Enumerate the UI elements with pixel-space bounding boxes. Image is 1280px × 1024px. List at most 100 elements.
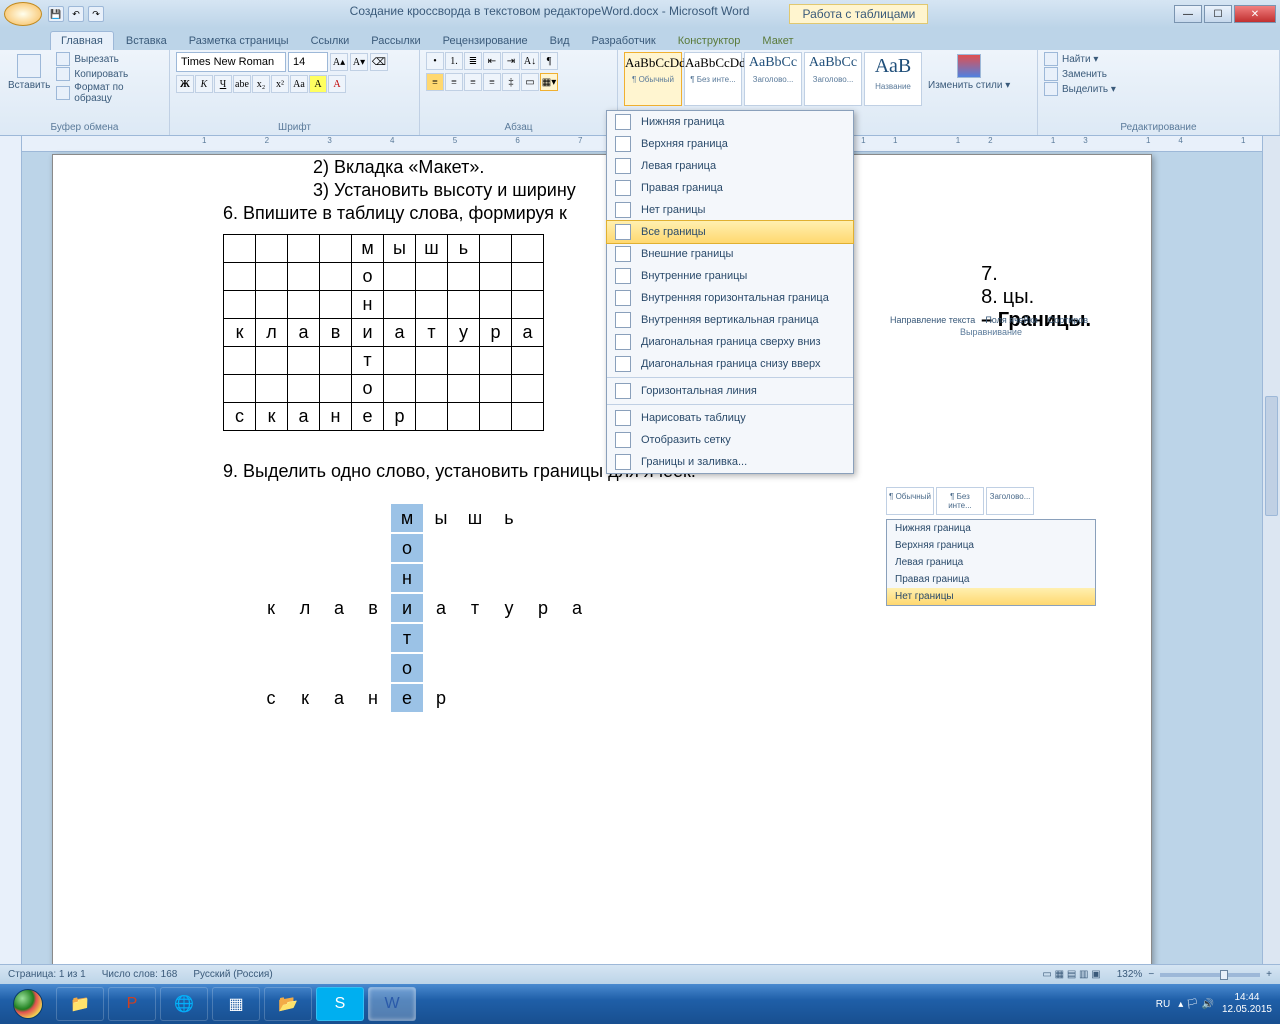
borders-menu-item[interactable]: Внутренние границы <box>607 265 853 287</box>
highlight-button[interactable]: A <box>309 75 327 93</box>
crossword-table[interactable]: мышьонклавиатуратосканер <box>223 234 544 431</box>
tab-mail[interactable]: Рассылки <box>361 32 430 50</box>
vertical-scrollbar[interactable] <box>1262 136 1280 964</box>
tab-home[interactable]: Главная <box>50 31 114 50</box>
style-h1[interactable]: AaBbCcЗаголово... <box>744 52 802 106</box>
line-spacing-button[interactable]: ‡ <box>502 73 520 91</box>
select-button[interactable]: Выделить ▾ <box>1044 82 1116 96</box>
vertical-ruler[interactable] <box>0 136 22 1004</box>
tab-refs[interactable]: Ссылки <box>301 32 360 50</box>
style-normal[interactable]: AaBbCcDd¶ Обычный <box>624 52 682 106</box>
superscript-button[interactable]: x² <box>271 75 289 93</box>
format-painter-button[interactable]: Формат по образцу <box>56 82 163 104</box>
zoom-control[interactable]: 132% −+ <box>1117 969 1272 980</box>
qat-undo-icon[interactable]: ↶ <box>68 6 84 22</box>
sort-button[interactable]: A↓ <box>521 52 539 70</box>
justify-button[interactable]: ≡ <box>483 73 501 91</box>
taskbar-skype[interactable]: S <box>316 987 364 1021</box>
subscript-button[interactable]: x₂ <box>252 75 270 93</box>
tab-insert[interactable]: Вставка <box>116 32 177 50</box>
qat-redo-icon[interactable]: ↷ <box>88 6 104 22</box>
borders-menu-item[interactable]: Диагональная граница сверху вниз <box>607 331 853 353</box>
align-left-button[interactable]: ≡ <box>426 73 444 91</box>
taskbar-folder[interactable]: 📂 <box>264 987 312 1021</box>
borders-menu-item[interactable]: Правая граница <box>607 177 853 199</box>
close-button[interactable]: ✕ <box>1234 5 1276 23</box>
borders-menu-item[interactable]: Внешние границы <box>607 243 853 265</box>
shrink-font-button[interactable]: A▾ <box>350 53 368 71</box>
style-h2[interactable]: AaBbCcЗаголово... <box>804 52 862 106</box>
borders-menu-item[interactable]: Границы и заливка... <box>607 451 853 473</box>
strike-button[interactable]: abe <box>233 75 251 93</box>
tab-design[interactable]: Конструктор <box>668 32 751 50</box>
tab-dev[interactable]: Разработчик <box>582 32 666 50</box>
taskbar-app[interactable]: ▦ <box>212 987 260 1021</box>
tray-clock[interactable]: 14:44 12.05.2015 <box>1222 992 1272 1016</box>
italic-button[interactable]: К <box>195 75 213 93</box>
show-marks-button[interactable]: ¶ <box>540 52 558 70</box>
find-button[interactable]: Найти ▾ <box>1044 52 1116 66</box>
status-lang[interactable]: Русский (Россия) <box>193 969 272 980</box>
system-tray[interactable]: RU ▴ 🏳 🔊 14:44 12.05.2015 <box>1156 992 1276 1016</box>
style-nospacing[interactable]: AaBbCcDd¶ Без инте... <box>684 52 742 106</box>
copy-button[interactable]: Копировать <box>56 67 163 81</box>
grow-font-button[interactable]: A▴ <box>330 53 348 71</box>
borders-menu-item[interactable]: Горизонтальная линия <box>607 380 853 402</box>
sub-border-item: Левая граница <box>887 554 1095 571</box>
tab-table-layout[interactable]: Макет <box>752 32 803 50</box>
indent-button[interactable]: ⇥ <box>502 52 520 70</box>
change-styles-button[interactable]: Изменить стили ▾ <box>926 52 1012 93</box>
view-buttons[interactable]: ▭ ▦ ▤ ▥ ▣ <box>1042 969 1100 980</box>
borders-menu-item[interactable]: Левая граница <box>607 155 853 177</box>
office-button[interactable] <box>4 2 42 26</box>
borders-menu-item[interactable]: Верхняя граница <box>607 133 853 155</box>
tray-lang[interactable]: RU <box>1156 999 1170 1010</box>
taskbar-explorer[interactable]: 📁 <box>56 987 104 1021</box>
style-title[interactable]: АаВНазвание <box>864 52 922 106</box>
status-page[interactable]: Страница: 1 из 1 <box>8 969 86 980</box>
borders-menu-item[interactable]: Нарисовать таблицу <box>607 407 853 429</box>
shading-button[interactable]: ▭ <box>521 73 539 91</box>
borders-menu-item[interactable]: Внутренняя вертикальная граница <box>607 309 853 331</box>
borders-menu-item[interactable]: Нет границы <box>607 199 853 221</box>
replace-button[interactable]: Заменить <box>1044 67 1116 81</box>
qat-save-icon[interactable]: 💾 <box>48 6 64 22</box>
outdent-button[interactable]: ⇤ <box>483 52 501 70</box>
tab-review[interactable]: Рецензирование <box>433 32 538 50</box>
bold-button[interactable]: Ж <box>176 75 194 93</box>
borders-menu-item[interactable]: Диагональная граница снизу вверх <box>607 353 853 375</box>
borders-menu-item[interactable]: Все границы <box>606 220 854 244</box>
borders-menu-item[interactable]: Отобразить сетку <box>607 429 853 451</box>
borders-menu-item[interactable]: Внутренняя горизонтальная граница <box>607 287 853 309</box>
borders-button[interactable]: ▦▾ <box>540 73 558 91</box>
font-color-button[interactable]: A <box>328 75 346 93</box>
numbering-button[interactable]: 1. <box>445 52 463 70</box>
taskbar-chrome[interactable]: 🌐 <box>160 987 208 1021</box>
styles-gallery[interactable]: AaBbCcDd¶ Обычный AaBbCcDd¶ Без инте... … <box>624 52 922 106</box>
align-right-button[interactable]: ≡ <box>464 73 482 91</box>
bullets-button[interactable]: • <box>426 52 444 70</box>
minimize-button[interactable]: — <box>1174 5 1202 23</box>
font-size-input[interactable] <box>288 52 328 72</box>
font-name-input[interactable] <box>176 52 286 72</box>
document-page[interactable]: 2) Вкладка «Макет». 3) Установить высоту… <box>52 154 1152 1004</box>
status-words[interactable]: Число слов: 168 <box>102 969 178 980</box>
start-button[interactable] <box>4 987 52 1021</box>
multilevel-button[interactable]: ≣ <box>464 52 482 70</box>
paste-button[interactable]: Вставить <box>6 52 52 93</box>
crossword-table-2[interactable]: мышьонклавиатуратосканер <box>253 502 595 714</box>
tab-layout[interactable]: Разметка страницы <box>179 32 299 50</box>
borders-menu-item[interactable]: Нижняя граница <box>607 111 853 133</box>
case-button[interactable]: Aa <box>290 75 308 93</box>
cut-button[interactable]: Вырезать <box>56 52 163 66</box>
clear-format-button[interactable]: ⌫ <box>370 53 388 71</box>
underline-button[interactable]: Ч <box>214 75 232 93</box>
taskbar-powerpoint[interactable]: P <box>108 987 156 1021</box>
scrollbar-thumb[interactable] <box>1265 396 1278 516</box>
tab-view[interactable]: Вид <box>540 32 580 50</box>
maximize-button[interactable]: ☐ <box>1204 5 1232 23</box>
taskbar-word[interactable]: W <box>368 987 416 1021</box>
align-center-button[interactable]: ≡ <box>445 73 463 91</box>
tray-icons[interactable]: ▴ 🏳 🔊 <box>1178 999 1214 1010</box>
sub-align-label: Выравнивание <box>886 327 1096 337</box>
